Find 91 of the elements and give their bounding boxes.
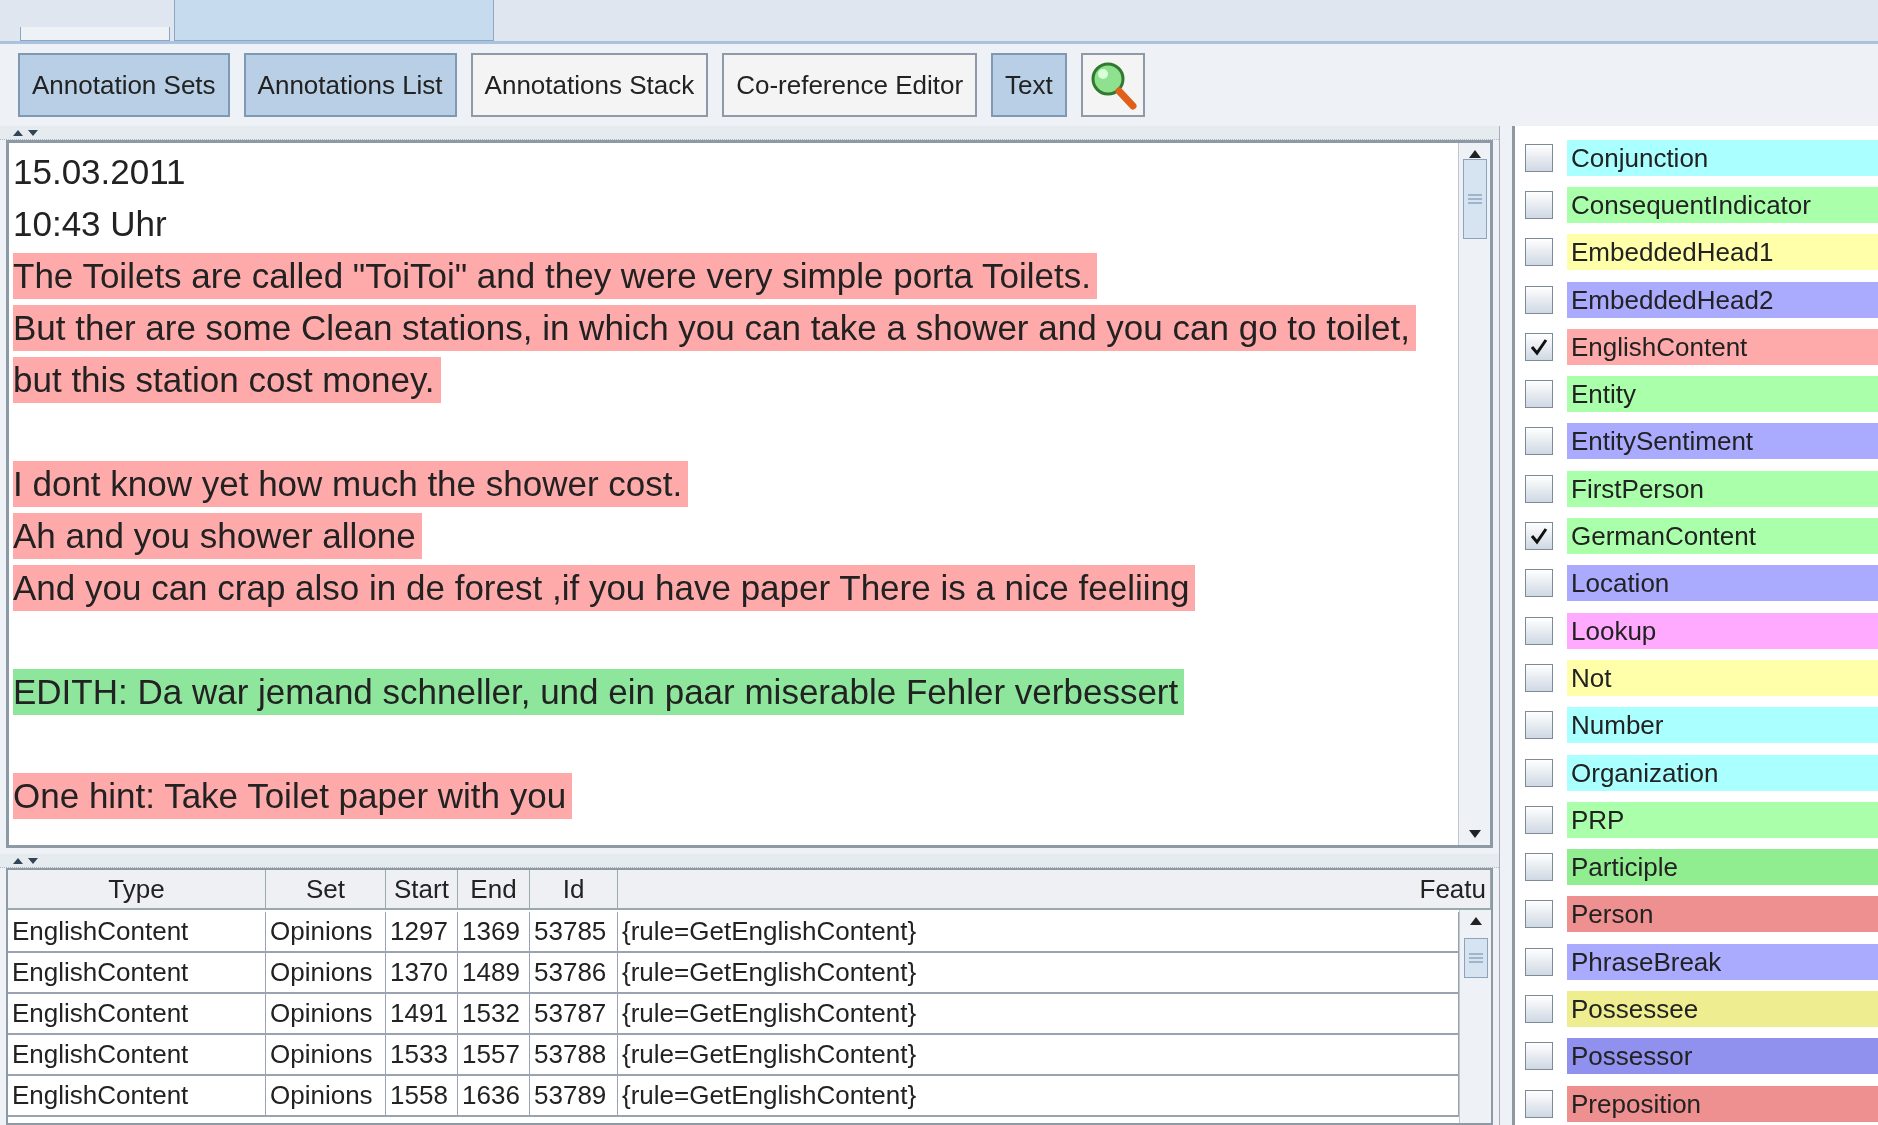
annotation-type-label[interactable]: GermanContent bbox=[1567, 518, 1878, 554]
annotation-type-label[interactable]: Entity bbox=[1567, 376, 1878, 413]
checkbox[interactable] bbox=[1525, 1089, 1553, 1118]
column-header[interactable]: Featu bbox=[618, 870, 1491, 908]
table-cell: Opinions bbox=[266, 1076, 386, 1115]
table-cell: 53785 bbox=[530, 912, 618, 951]
annotation-type-label[interactable]: Participle bbox=[1567, 849, 1878, 886]
annotation-type-label[interactable]: Number bbox=[1567, 707, 1878, 744]
scrollbar[interactable] bbox=[1458, 143, 1490, 845]
checkbox[interactable] bbox=[1525, 1042, 1553, 1071]
toolbar-toggle-button[interactable]: Text bbox=[991, 53, 1067, 117]
checkbox[interactable] bbox=[1525, 758, 1553, 787]
annotation-type-label[interactable]: Conjunction bbox=[1567, 139, 1878, 176]
table-cell: 1533 bbox=[386, 1035, 458, 1074]
table-cell: 1370 bbox=[386, 953, 458, 992]
table-cell: Opinions bbox=[266, 912, 386, 951]
checkmark-icon bbox=[1530, 337, 1548, 356]
grip-lines-icon[interactable] bbox=[1468, 953, 1483, 963]
tab[interactable] bbox=[20, 27, 170, 41]
document-text-line: 15.03.2011 bbox=[13, 151, 187, 193]
annotation-type-label[interactable]: Not bbox=[1567, 659, 1878, 696]
table-cell: 1491 bbox=[386, 994, 458, 1033]
checkbox[interactable] bbox=[1525, 853, 1553, 882]
table-cell: 53787 bbox=[530, 994, 618, 1033]
checkbox[interactable] bbox=[1525, 805, 1553, 834]
checkmark-icon bbox=[1530, 527, 1548, 545]
annotation-type-label[interactable]: EmbeddedHead2 bbox=[1567, 281, 1878, 318]
column-header[interactable]: End bbox=[458, 870, 530, 908]
checkbox[interactable] bbox=[1525, 332, 1553, 361]
table-cell: EnglishContent bbox=[8, 953, 266, 992]
annotation-type-label[interactable]: Possessee bbox=[1567, 991, 1878, 1027]
table-cell: Opinions bbox=[266, 953, 386, 992]
checkbox[interactable] bbox=[1525, 285, 1553, 314]
checkbox[interactable] bbox=[1525, 380, 1553, 409]
checkbox[interactable] bbox=[1525, 238, 1553, 267]
checkbox[interactable] bbox=[1525, 190, 1553, 219]
column-header[interactable]: Set bbox=[266, 870, 386, 908]
annotation-type-label[interactable]: Person bbox=[1567, 896, 1878, 933]
table-cell: EnglishContent bbox=[8, 994, 266, 1033]
annotation-type-label[interactable]: EmbeddedHead1 bbox=[1567, 234, 1878, 271]
grip-lines-icon[interactable] bbox=[1467, 194, 1482, 204]
column-header[interactable]: Start bbox=[386, 870, 458, 908]
checkbox[interactable] bbox=[1525, 474, 1553, 503]
checkbox[interactable] bbox=[1525, 616, 1553, 645]
annotation-type-label[interactable]: FirstPerson bbox=[1567, 470, 1878, 507]
tab[interactable] bbox=[174, 0, 494, 41]
table-cell: Opinions bbox=[266, 994, 386, 1033]
checkbox[interactable] bbox=[1525, 947, 1553, 976]
search-button[interactable] bbox=[1080, 53, 1145, 117]
scroll-up-icon[interactable] bbox=[1468, 916, 1483, 926]
checkbox[interactable] bbox=[1525, 522, 1553, 550]
checkbox[interactable] bbox=[1525, 569, 1553, 598]
annotation-type-label[interactable]: Lookup bbox=[1567, 612, 1878, 649]
table-cell: 53788 bbox=[530, 1035, 618, 1074]
annotation-type-label[interactable]: PRP bbox=[1567, 801, 1878, 838]
column-header[interactable]: Id bbox=[530, 870, 618, 908]
annotation-type-label[interactable]: Preposition bbox=[1567, 1085, 1878, 1122]
annotation-type-label[interactable]: Possessor bbox=[1567, 1038, 1878, 1075]
column-header[interactable]: Type bbox=[8, 870, 266, 908]
checkbox[interactable] bbox=[1525, 427, 1553, 456]
table-cell: 1557 bbox=[458, 1035, 530, 1074]
table-cell: 1558 bbox=[386, 1076, 458, 1115]
table-cell: 53786 bbox=[530, 953, 618, 992]
annotation-type-label[interactable]: Organization bbox=[1567, 754, 1878, 791]
table-cell: 1297 bbox=[386, 912, 458, 951]
table-cell: 1532 bbox=[458, 994, 530, 1033]
annotation-type-label[interactable]: Location bbox=[1567, 565, 1878, 602]
toolbar-toggle-button[interactable]: Annotations Stack bbox=[470, 53, 709, 117]
table-cell: 1369 bbox=[458, 912, 530, 951]
checkbox[interactable] bbox=[1525, 900, 1553, 929]
annotation-type-label[interactable]: EnglishContent bbox=[1567, 328, 1878, 365]
scrollbar[interactable] bbox=[1459, 910, 1491, 1123]
table-cell: EnglishContent bbox=[8, 1076, 266, 1115]
annotation-type-label[interactable]: PhraseBreak bbox=[1567, 943, 1878, 980]
toolbar-toggle-button[interactable]: Annotation Sets bbox=[18, 53, 230, 117]
document-text-line: 10:43 Uhr bbox=[13, 203, 168, 245]
checkbox[interactable] bbox=[1525, 711, 1553, 740]
checkbox[interactable] bbox=[1525, 663, 1553, 692]
table-cell: Opinions bbox=[266, 1035, 386, 1074]
checkbox[interactable] bbox=[1525, 995, 1553, 1023]
table-cell: EnglishContent bbox=[8, 912, 266, 951]
toolbar-toggle-button[interactable]: Co-reference Editor bbox=[722, 53, 978, 117]
scroll-down-icon[interactable] bbox=[1467, 829, 1482, 839]
table-cell: EnglishContent bbox=[8, 1035, 266, 1074]
table-cell: 1636 bbox=[458, 1076, 530, 1115]
table-cell: 1489 bbox=[458, 953, 530, 992]
checkbox[interactable] bbox=[1525, 143, 1553, 172]
table-cell: 53789 bbox=[530, 1076, 618, 1115]
toolbar-toggle-button[interactable]: Annotations List bbox=[243, 53, 457, 117]
annotation-type-label[interactable]: ConsequentIndicator bbox=[1567, 186, 1878, 223]
annotation-type-label[interactable]: EntitySentiment bbox=[1567, 423, 1878, 460]
